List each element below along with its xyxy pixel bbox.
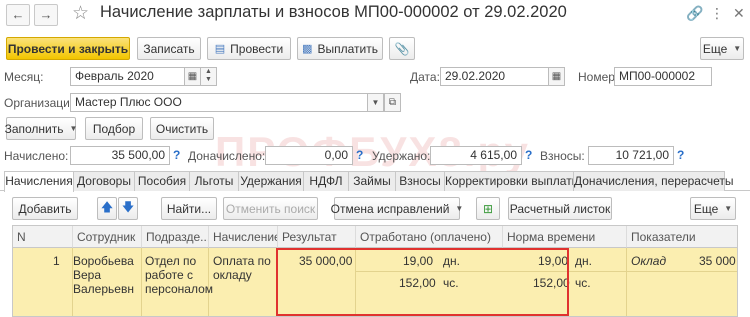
chevron-down-icon: ▼ (724, 204, 733, 213)
month-stepper[interactable]: ▲ ▼ (200, 67, 217, 86)
menu-dots-icon[interactable]: ⋮ (710, 5, 724, 22)
employee-cell[interactable]: Воробьева Вера Валерьевн (73, 254, 134, 296)
back-button[interactable]: ← (6, 4, 30, 26)
indicator-value-cell[interactable]: 35 000 (699, 254, 736, 268)
table-more-button[interactable]: Еще ▼ (690, 197, 736, 220)
date-calendar-icon[interactable]: ▦ (548, 67, 565, 86)
select-button[interactable]: Подбор (85, 117, 143, 140)
tab-contracts[interactable]: Договоры (73, 171, 135, 191)
post-icon: ▤ (214, 43, 226, 55)
post-button[interactable]: ▤ Провести (207, 37, 291, 60)
chevron-down-icon: ▼ (69, 124, 78, 133)
cancel-search-button[interactable]: Отменить поиск (223, 197, 318, 220)
column-header[interactable]: Начисление (209, 226, 278, 248)
column-header[interactable]: Сотрудник (73, 226, 142, 248)
accrued-help-icon[interactable]: ? (173, 148, 180, 162)
contributions-field: 10 721,00 (588, 146, 674, 165)
more-button[interactable]: Еще ▼ (700, 37, 744, 60)
additional-field: 0,00 (265, 146, 353, 165)
tab-loans[interactable]: Займы (348, 171, 396, 191)
number-field[interactable]: МП00-000002 (614, 67, 712, 86)
organization-field[interactable]: Мастер Плюс ООО (70, 93, 368, 112)
department-cell[interactable]: Отдел по работе с персоналом (145, 254, 213, 296)
pay-button[interactable]: ▩ Выплатить (297, 37, 383, 60)
row-number: 1 (53, 254, 60, 268)
payslip-button[interactable]: Расчетный листок (508, 197, 612, 220)
arrow-down-icon: 🡇 (121, 200, 135, 214)
dropdown-arrow-icon[interactable]: ▼ (367, 93, 384, 112)
open-organization-icon[interactable]: ⧉ (384, 93, 401, 112)
accrual-cell[interactable]: Оплата по окладу (213, 254, 271, 282)
contributions-help-icon[interactable]: ? (677, 148, 684, 162)
column-header[interactable]: Отработано (оплачено) (356, 226, 503, 248)
clear-button[interactable]: Очистить (150, 117, 214, 140)
fill-button[interactable]: Заполнить ▼ (5, 117, 78, 140)
accrued-field: 35 500,00 (70, 146, 170, 165)
indicator-name-cell[interactable]: Оклад (631, 254, 666, 268)
arrow-right-icon: → (39, 7, 53, 22)
withheld-label: Удержано: (372, 149, 431, 163)
chevron-down-icon: ▼ (733, 44, 742, 53)
tab-payment-corrections[interactable]: Корректировки выплаты (444, 171, 580, 191)
find-button[interactable]: Найти... (161, 197, 217, 220)
move-down-button[interactable]: 🡇 (118, 197, 138, 220)
highlight-box (276, 248, 569, 316)
contributions-label: Взносы: (540, 149, 585, 163)
tab-recalculations[interactable]: Доначисления, перерасчеты (573, 171, 733, 191)
column-header[interactable]: Норма времени (503, 226, 627, 248)
paperclip-icon: 📎 (394, 41, 410, 56)
close-icon[interactable]: ✕ (733, 5, 745, 22)
additional-help-icon[interactable]: ? (356, 148, 363, 162)
additional-label: Доначислено: (188, 149, 266, 163)
accrued-label: Начислено: (4, 149, 69, 163)
month-field[interactable]: Февраль 2020 (70, 67, 185, 86)
withheld-help-icon[interactable]: ? (525, 148, 532, 162)
column-header[interactable]: N (13, 226, 73, 248)
arrow-up-icon: 🡅 (100, 200, 114, 214)
column-header[interactable]: Подразде... (142, 226, 209, 248)
cancel-corrections-button[interactable]: Отмена исправлений ▼ (331, 197, 464, 220)
tab-bar: Начисления Договоры Пособия Льготы Удерж… (0, 171, 750, 192)
attach-button[interactable]: 📎 (389, 37, 415, 60)
organization-label: Организация: (4, 96, 80, 110)
post-and-close-button[interactable]: Провести и закрыть (6, 37, 130, 60)
link-icon[interactable]: 🔗 (686, 5, 703, 22)
arrow-left-icon: ← (11, 7, 25, 22)
tab-privileges[interactable]: Льготы (189, 171, 239, 191)
forward-button[interactable]: → (34, 4, 58, 26)
move-up-button[interactable]: 🡅 (97, 197, 117, 220)
pay-icon: ▩ (302, 43, 313, 55)
column-header[interactable]: Показатели (627, 226, 737, 248)
norm-hours-unit: чс. (575, 276, 591, 290)
tab-contributions[interactable]: Взносы (395, 171, 445, 191)
date-label: Дата: (410, 70, 440, 84)
tab-deductions[interactable]: Удержания (238, 171, 304, 191)
norm-days-unit: дн. (575, 254, 592, 268)
favorite-star-icon[interactable]: ☆ (72, 2, 89, 25)
tab-benefits[interactable]: Пособия (134, 171, 190, 191)
page-title: Начисление зарплаты и взносов МП00-00000… (100, 3, 567, 21)
number-label: Номер: (578, 70, 619, 84)
chevron-down-icon: ▼ (455, 204, 464, 213)
calendar-icon[interactable]: ▦ (184, 67, 201, 86)
tab-accruals[interactable]: Начисления (4, 171, 74, 192)
save-button[interactable]: Записать (137, 37, 201, 60)
withheld-field: 4 615,00 (430, 146, 522, 165)
add-table-icon[interactable]: ⊞ (476, 197, 500, 220)
month-label: Месяц: (4, 70, 44, 84)
add-row-button[interactable]: Добавить (12, 197, 78, 220)
tab-ndfl[interactable]: НДФЛ (303, 171, 349, 191)
column-header[interactable]: Результат (278, 226, 356, 248)
date-field[interactable]: 29.02.2020 (440, 67, 549, 86)
